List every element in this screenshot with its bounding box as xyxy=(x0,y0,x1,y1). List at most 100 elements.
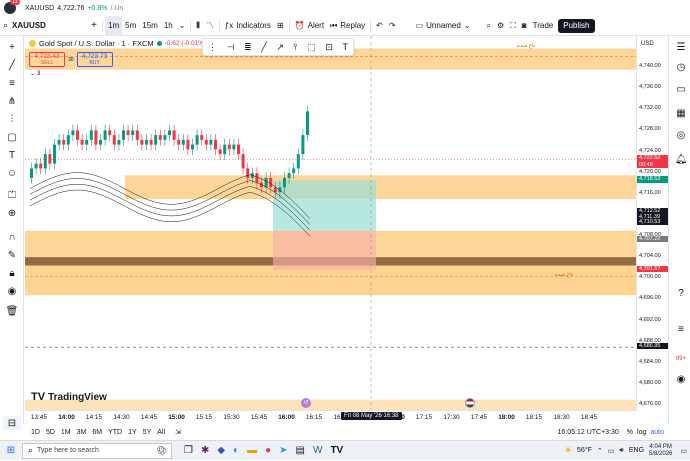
windows-start-icon[interactable]: ⊞ xyxy=(0,441,22,461)
trade-button[interactable]: Trade xyxy=(530,16,557,36)
tab-symbol[interactable]: XAUUSD xyxy=(25,5,54,12)
alerts-clock-icon[interactable]: ◷ xyxy=(672,60,690,74)
settings-button[interactable]: ⚙ xyxy=(494,16,507,36)
app-tradingview-icon[interactable]: TV xyxy=(330,445,343,456)
text-icon[interactable]: T xyxy=(343,42,349,52)
range-button[interactable]: 6M xyxy=(92,429,102,436)
interval-15m[interactable]: 15m xyxy=(139,16,161,36)
stay-drawing-icon[interactable]: ✎ xyxy=(3,248,21,262)
us-flag-event-icon[interactable] xyxy=(465,398,475,408)
range-button[interactable]: 1M xyxy=(61,429,71,436)
weather-icon[interactable]: ☀ xyxy=(564,445,572,456)
calendar-icon[interactable]: ▦ xyxy=(672,106,690,120)
volume-icon[interactable]: 🔊︎ xyxy=(619,447,623,455)
range-button[interactable]: All xyxy=(157,429,165,436)
time-axis[interactable]: 13:45 14:00 14:15 14:30 14:45 15:00 15:15 15:30… xyxy=(25,410,636,424)
bell-icon[interactable]: 🔔︎ xyxy=(672,152,690,166)
trend-lines-icon[interactable]: ⊣ xyxy=(227,42,235,53)
tradingview-tab-icon[interactable]: 13 xyxy=(4,0,20,14)
range-button[interactable]: 5Y xyxy=(143,429,152,436)
lock-icon[interactable]: 🔒︎ xyxy=(3,266,21,280)
vertical-line-icon[interactable]: ⫯ xyxy=(294,42,298,53)
candles-type-button[interactable]: ⫴ xyxy=(193,16,202,36)
object-tree-icon[interactable]: ⊟ xyxy=(3,416,21,430)
chat-icon[interactable]: ▭ xyxy=(672,82,690,96)
app-teams-icon[interactable]: ◆ xyxy=(217,445,225,456)
range-button[interactable]: 1Y xyxy=(128,429,137,436)
currency-label[interactable]: USD xyxy=(641,41,654,47)
notifications-count-icon[interactable]: 99+ xyxy=(672,352,690,366)
menu-icon[interactable]: ≡ xyxy=(672,322,690,336)
range-button[interactable]: 1D xyxy=(31,429,40,436)
templates-button[interactable]: ⊞ xyxy=(274,16,287,36)
horizontal-line-tool-icon[interactable]: ≡ xyxy=(3,76,21,90)
range-button[interactable]: 3M xyxy=(77,429,87,436)
weather-temp[interactable]: 56°F xyxy=(577,447,592,454)
app-edge-icon[interactable]: ◐ xyxy=(233,445,239,456)
help-icon[interactable]: ? xyxy=(672,286,690,300)
utc-clock[interactable]: 16:05:12 UTC+3:30 xyxy=(558,429,619,436)
legend-title[interactable]: Gold Spot / U.S. Dollar · 1 · FXCM xyxy=(39,39,154,48)
arrow-icon[interactable]: ↗ xyxy=(276,42,284,53)
range-button[interactable]: YTD xyxy=(108,429,122,436)
drag-handle-icon[interactable]: ⋮ xyxy=(208,42,217,53)
interval-dropdown[interactable]: ⌄ xyxy=(176,16,189,36)
app-chrome-icon[interactable]: ● xyxy=(265,445,271,456)
ideas-icon[interactable]: ◎ xyxy=(672,128,690,142)
pitchfork-tool-icon[interactable]: ⋔ xyxy=(3,94,21,108)
add-symbol-icon[interactable]: + xyxy=(91,20,97,31)
notification-center-icon[interactable]: ▭ xyxy=(680,447,687,455)
crosshair-tool-icon[interactable]: + xyxy=(3,40,21,54)
interval-5m[interactable]: 5m xyxy=(122,16,139,36)
indicators-collapse[interactable]: ⌄ 3 xyxy=(30,70,40,78)
eye-icon[interactable]: ◉ xyxy=(3,284,21,298)
replay-button[interactable]: ⏮ Replay xyxy=(327,16,368,36)
watchlist-icon[interactable]: ☰ xyxy=(672,40,690,54)
brush-icon[interactable]: ╱ xyxy=(261,42,266,53)
taskbar-clock[interactable]: 4:04 PM 5/8/2026 xyxy=(649,444,672,457)
line-type-button[interactable]: 〽 xyxy=(203,16,217,36)
app-telegram-icon[interactable]: ➤ xyxy=(279,445,287,456)
taskbar-search-box[interactable]: ⌕ Type here to search 🎨︎ xyxy=(22,442,172,459)
price-chart-canvas[interactable] xyxy=(25,36,636,410)
range-button[interactable]: 5D xyxy=(46,429,55,436)
symbol-search-button[interactable]: ⌕ XAUUSD + xyxy=(0,16,100,36)
sell-button[interactable]: 4,723.43 SELL xyxy=(29,52,65,67)
interval-1m[interactable]: 1m xyxy=(105,15,123,36)
publish-button[interactable]: Publish xyxy=(558,18,595,33)
alert-button[interactable]: ⏰ Alert xyxy=(292,16,327,36)
magnet-tool-icon[interactable]: ∩ xyxy=(3,230,21,244)
snapshot-button[interactable]: ◙ xyxy=(519,16,530,36)
gann-icon[interactable]: ≣ xyxy=(244,42,252,53)
layout-button[interactable]: ▭ Unnamed ⌄ xyxy=(413,16,474,36)
date-range-icon[interactable]: ⇲ xyxy=(175,428,181,436)
chart-pane[interactable]: Gold Spot / U.S. Dollar · 1 · FXCM -0.62… xyxy=(25,36,636,410)
task-view-icon[interactable]: ❐ xyxy=(184,445,193,456)
price-axis[interactable]: USD 4,740.00 4,736.00 4,732.00 4,728.00 4,72… xyxy=(636,36,668,410)
tray-chevron-icon[interactable]: ⌃ xyxy=(597,447,603,455)
emoji-tool-icon[interactable]: ☺ xyxy=(3,166,21,180)
zoom-in-tool-icon[interactable]: ⊕ xyxy=(3,206,21,220)
app-word-icon[interactable]: W xyxy=(313,445,322,456)
text-tool-icon[interactable]: T xyxy=(3,148,21,162)
log-toggle[interactable]: log xyxy=(637,429,646,436)
indicators-button[interactable]: ƒx Indicators xyxy=(222,16,274,36)
trend-line-tool-icon[interactable]: ╱ xyxy=(3,58,21,72)
ruler-tool-icon[interactable]: ⏍ xyxy=(3,188,21,202)
undo-button[interactable]: ↶ xyxy=(373,16,386,36)
language-label[interactable]: ENG xyxy=(629,447,644,454)
fullscreen-button[interactable]: ⛶ xyxy=(507,16,519,36)
rectangle-icon[interactable]: ⬚ xyxy=(307,42,316,53)
interval-1h[interactable]: 1h xyxy=(161,16,176,36)
app-notepad-icon[interactable]: ▤ xyxy=(296,445,305,456)
auto-toggle[interactable]: auto xyxy=(650,429,664,436)
rectangle-tool-icon[interactable]: ▢ xyxy=(3,130,21,144)
search-button[interactable]: ⌕ xyxy=(484,16,494,36)
settings-percent[interactable]: % xyxy=(627,429,633,436)
event-marker-icon[interactable]: ↺ xyxy=(301,398,311,408)
fib-tool-icon[interactable]: ⫶ xyxy=(3,112,21,126)
network-icon[interactable]: ▭ xyxy=(608,447,615,455)
range-icon[interactable]: ⊡ xyxy=(325,42,333,53)
app-explorer-icon[interactable]: ▬ xyxy=(247,445,257,456)
app-slack-icon[interactable]: ✱ xyxy=(201,445,209,456)
